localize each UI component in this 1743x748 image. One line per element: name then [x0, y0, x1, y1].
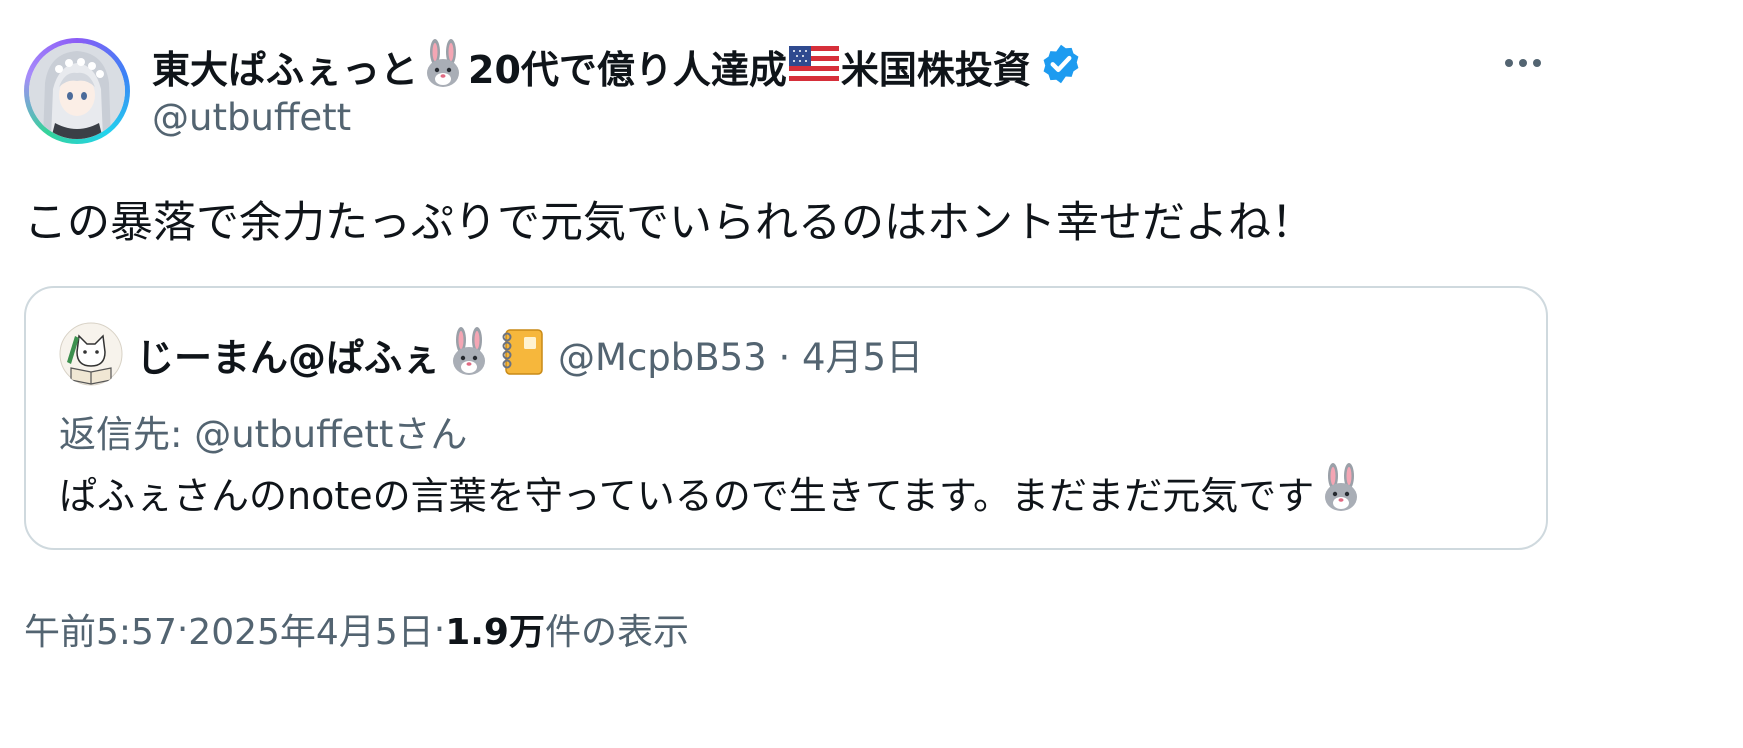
quoted-header: じーまん@ぱふぇ @McpbB53 · 4月5日 [136, 326, 923, 382]
quoted-reply-context: 返信先: @utbuffettさん [59, 404, 467, 458]
quoted-tweet-text: ぱふぇさんのnoteの言葉を守っているので生きてます。まだまだ元気です [59, 462, 1364, 522]
reply-prefix: 返信先: [59, 413, 195, 456]
tweet-footer: 午前5:57 · 2025年4月5日 · 1.9万 件の表示 [24, 604, 689, 654]
tweet-text: この暴落で余力たっぷりで元気でいられるのはホント幸せだよね！ [24, 198, 1314, 248]
views-label: 件の表示 [544, 612, 689, 653]
more-horizontal-icon [1505, 59, 1541, 67]
views-count[interactable]: 1.9万 [445, 603, 545, 655]
tweet-date[interactable]: 2025年4月5日 [188, 603, 433, 655]
rabbit-face-emoji-icon [446, 327, 492, 381]
footer-separator: · [433, 608, 446, 650]
author-avatar[interactable] [24, 38, 130, 144]
quoted-author-name[interactable]: じーまん@ぱふぇ [136, 327, 440, 382]
more-options-button[interactable] [1498, 42, 1548, 84]
author-handle[interactable]: @utbuffett [152, 96, 351, 139]
us-flag-emoji-icon [788, 44, 839, 88]
tweet-time[interactable]: 午前5:57 [24, 603, 177, 655]
rabbit-face-emoji-icon [420, 39, 466, 93]
author-name-row[interactable]: 東大ぱふぇっと 20代で億り人達成 米国株投資 [152, 38, 1083, 94]
verified-badge-icon[interactable] [1039, 42, 1083, 90]
quoted-text-body: ぱふぇさんのnoteの言葉を守っているので生きてます。まだまだ元気です [59, 473, 1315, 518]
quoted-author-avatar[interactable] [59, 322, 123, 386]
quoted-meta: @McpbB53 · 4月5日 [558, 327, 923, 381]
author-name-part3[interactable]: 米国株投資 [841, 39, 1031, 94]
reply-to-handle[interactable]: @utbuffettさん [194, 413, 467, 456]
quoted-date[interactable]: 4月5日 [802, 336, 923, 379]
rabbit-face-emoji-icon [1318, 462, 1364, 522]
quoted-separator: · [766, 336, 803, 379]
quoted-author-handle[interactable]: @McpbB53 [558, 336, 767, 379]
footer-separator: · [176, 608, 189, 650]
author-name-part1[interactable]: 東大ぱふぇっと [152, 39, 418, 94]
quoted-tweet-card[interactable]: じーまん@ぱふぇ @McpbB53 · 4月5日 返信先: @utbuffett… [24, 286, 1548, 550]
author-name-part2[interactable]: 20代で億り人達成 [468, 39, 787, 94]
author-avatar-image [29, 43, 125, 139]
tweet: 東大ぱふぇっと 20代で億り人達成 米国株投資 @utbuffett この暴落で… [0, 0, 1743, 748]
notebook-emoji-icon [498, 327, 546, 381]
